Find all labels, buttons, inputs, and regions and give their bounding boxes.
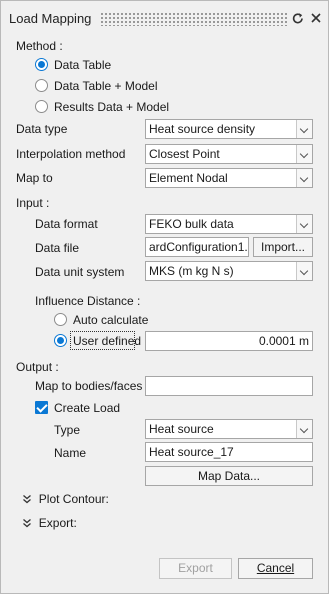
- map-data-button[interactable]: Map Data...: [145, 466, 313, 486]
- export-expander[interactable]: Export:: [22, 516, 77, 531]
- data-format-label: Data format: [35, 217, 98, 231]
- name-label: Name: [54, 446, 87, 460]
- plot-contour-label: Plot Contour:: [38, 492, 109, 506]
- data-file-field[interactable]: ardConfiguration1.epl: [145, 237, 249, 257]
- chevron-down-icon[interactable]: [296, 420, 312, 438]
- method-radio-data-table-model[interactable]: [35, 79, 48, 92]
- chevron-down-icon[interactable]: [296, 120, 312, 138]
- data-type-select[interactable]: Heat source density: [145, 119, 313, 139]
- method-option-data-table-model[interactable]: Data Table + Model: [54, 79, 158, 93]
- chevron-down-icon[interactable]: [296, 169, 312, 187]
- method-radio-data-table[interactable]: [35, 58, 48, 71]
- load-name-field[interactable]: Heat source_17: [145, 442, 313, 462]
- create-load-checkbox[interactable]: [35, 401, 48, 414]
- drag-handle[interactable]: [100, 12, 288, 26]
- influence-option-user-defined[interactable]: User defined: [73, 334, 141, 348]
- method-radio-results-data-model[interactable]: [35, 100, 48, 113]
- data-format-value: FEKO bulk data: [149, 217, 234, 231]
- interpolation-method-label: Interpolation method: [16, 147, 126, 161]
- chevron-down-icon[interactable]: [296, 262, 312, 280]
- map-to-value: Element Nodal: [149, 171, 228, 185]
- load-type-value: Heat source: [149, 422, 214, 436]
- data-unit-system-value: MKS (m kg N s): [149, 264, 234, 278]
- expand-chevron-icon: [22, 495, 33, 507]
- chevron-down-icon[interactable]: [296, 215, 312, 233]
- type-label: Type: [54, 423, 81, 437]
- influence-radio-user-defined[interactable]: [54, 334, 67, 347]
- close-icon[interactable]: [309, 10, 323, 26]
- input-section-label: Input :: [16, 196, 50, 210]
- expand-chevron-icon: [22, 519, 33, 531]
- influence-option-auto[interactable]: Auto calculate: [73, 313, 148, 327]
- import-button[interactable]: Import...: [253, 237, 313, 257]
- map-to-bodies-label: Map to bodies/faces: [35, 379, 143, 393]
- cancel-label: Cancel: [256, 561, 295, 575]
- data-unit-system-label: Data unit system: [35, 265, 125, 279]
- load-type-select[interactable]: Heat source: [145, 419, 313, 439]
- data-file-label: Data file: [35, 241, 80, 255]
- output-section-label: Output :: [16, 360, 59, 374]
- map-to-bodies-field[interactable]: [145, 376, 313, 396]
- export-button[interactable]: Export: [159, 558, 232, 579]
- influence-distance-label: Influence Distance :: [35, 294, 141, 308]
- map-to-label: Map to: [16, 171, 53, 185]
- create-load-label[interactable]: Create Load: [54, 401, 120, 415]
- influence-radio-auto[interactable]: [54, 313, 67, 326]
- influence-distance-field[interactable]: 0.0001 m: [145, 331, 313, 351]
- map-to-select[interactable]: Element Nodal: [145, 168, 313, 188]
- method-option-results-data-model[interactable]: Results Data + Model: [54, 100, 169, 114]
- data-type-label: Data type: [16, 122, 68, 136]
- plot-contour-expander[interactable]: Plot Contour:: [22, 492, 109, 507]
- interpolation-method-value: Closest Point: [149, 147, 220, 161]
- chevron-down-icon[interactable]: [296, 145, 312, 163]
- interpolation-method-select[interactable]: Closest Point: [145, 144, 313, 164]
- data-format-select[interactable]: FEKO bulk data: [145, 214, 313, 234]
- method-option-data-table[interactable]: Data Table: [54, 58, 111, 72]
- data-type-value: Heat source density: [149, 122, 256, 136]
- export-section-label: Export:: [38, 516, 77, 530]
- cancel-button[interactable]: Cancel: [238, 558, 313, 579]
- method-section-label: Method :: [16, 39, 63, 53]
- data-unit-system-select[interactable]: MKS (m kg N s): [145, 261, 313, 281]
- dialog-title: Load Mapping: [9, 11, 92, 26]
- reset-icon[interactable]: [291, 10, 305, 26]
